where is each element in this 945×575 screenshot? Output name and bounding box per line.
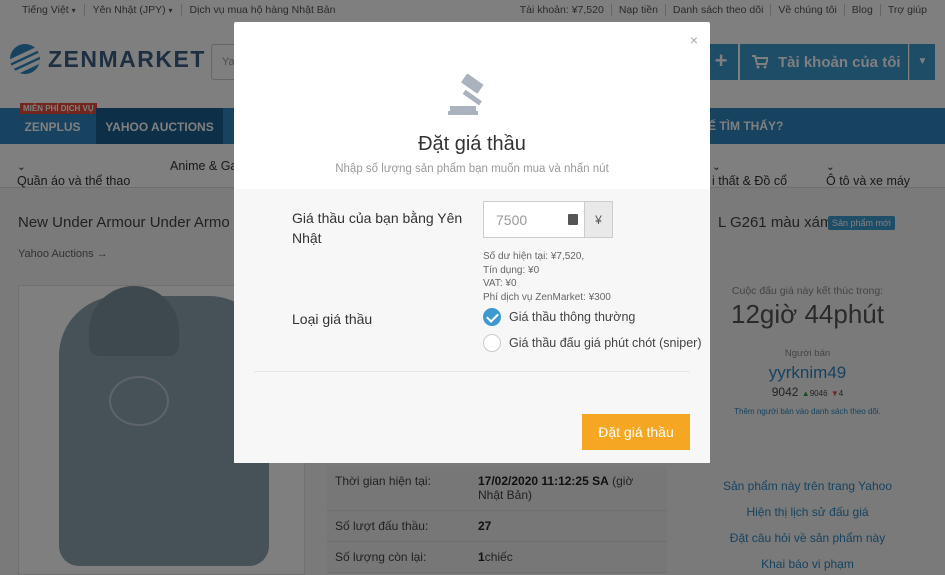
bid-type-normal-option[interactable]: Giá thầu thông thường (483, 308, 635, 326)
balance-line: Tín dụng: ¥0 (483, 264, 540, 276)
autofill-icon[interactable] (568, 214, 578, 225)
bid-type-sniper-option[interactable]: Giá thầu đấu giá phút chót (sniper) (483, 334, 701, 352)
modal-title: Đặt giá thầu (418, 133, 526, 155)
balance-line: Phí dịch vụ ZenMarket: ¥300 (483, 291, 611, 303)
yen-addon: ¥ (584, 201, 613, 238)
radio-checked[interactable] (483, 308, 501, 326)
balance-line: VAT: ¥0 (483, 278, 517, 289)
bid-amount-label: Giá thầu của bạn bằng Yên Nhật (292, 210, 463, 246)
place-bid-button[interactable]: Đặt giá thầu (582, 414, 690, 450)
radio-unchecked[interactable] (483, 334, 501, 352)
balance-line: Số dư hiện tại: ¥7,520, (483, 251, 585, 262)
bid-type-label: Loại giá thầu (292, 311, 373, 327)
close-icon[interactable]: × (690, 32, 698, 48)
divider (254, 371, 690, 372)
bid-placeholder: 7500 (496, 211, 528, 228)
bid-type-sniper-label: Giá thầu đấu giá phút chót (sniper) (509, 336, 702, 350)
bid-input-group: 7500 ¥ (483, 201, 614, 238)
bid-type-normal-label: Giá thầu thông thường (509, 310, 636, 324)
place-bid-modal: × Đặt giá thầu Nhập số lượng sản phẩm bạ… (234, 22, 710, 463)
modal-body: Giá thầu của bạn bằng Yên Nhật 7500 ¥ Số… (234, 189, 710, 463)
modal-subtitle: Nhập số lượng sản phẩm bạn muốn mua và n… (335, 163, 609, 175)
bid-amount-input[interactable]: 7500 (483, 201, 584, 238)
balance-info: Số dư hiện tại: ¥7,520, Tín dụng: ¥0 VAT… (483, 250, 611, 304)
gavel-icon (448, 74, 484, 115)
